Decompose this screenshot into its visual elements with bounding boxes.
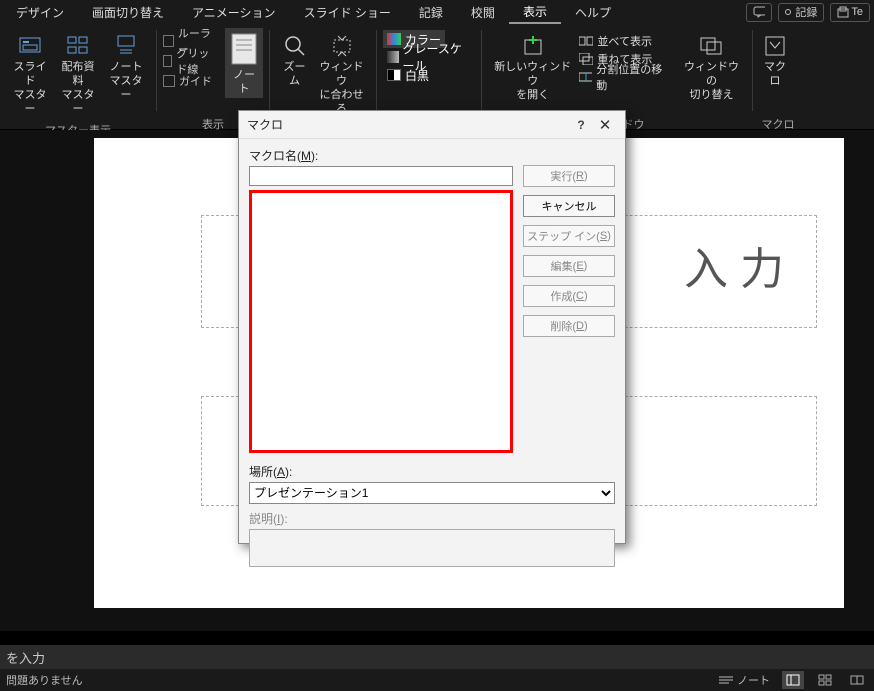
gridlines-checkbox[interactable]: グリッド線: [163, 52, 217, 70]
sorter-view-icon: [818, 674, 832, 686]
normal-view-icon: [786, 674, 800, 686]
place-select[interactable]: プレゼンテーション1: [249, 482, 615, 504]
color-swatch-icon: [387, 33, 401, 45]
bw-swatch-icon: [387, 69, 401, 81]
notes-placeholder: を入力: [6, 648, 45, 667]
gray-swatch-icon: [387, 51, 399, 63]
group-macro-label: マクロ: [753, 116, 803, 130]
zoom-icon: [283, 34, 307, 58]
notes-icon: [229, 32, 259, 66]
edit-button[interactable]: 編集(E): [523, 255, 615, 277]
macro-name-input[interactable]: [249, 166, 513, 186]
menu-bar: デザイン 画面切り替え アニメーション スライド ショー 記録 校閲 表示 ヘル…: [0, 0, 874, 24]
side-label: 並べて表示: [597, 33, 652, 49]
switch-window-label: ウィンドウの 切り替え: [681, 60, 742, 102]
macro-name-label: マクロ名(M):: [249, 147, 513, 164]
desc-textarea[interactable]: [249, 529, 615, 567]
menu-slideshow[interactable]: スライド ショー: [290, 0, 405, 24]
status-notes-label: ノート: [737, 672, 770, 688]
menu-transition[interactable]: 画面切り替え: [78, 0, 178, 24]
menu-animation[interactable]: アニメーション: [178, 0, 290, 24]
new-window-label: 新しいウィンドウ を開く: [492, 60, 573, 102]
comment-icon: [753, 6, 765, 18]
sorter-view-button[interactable]: [814, 671, 836, 689]
dialog-close-button[interactable]: ✕: [593, 116, 617, 134]
menu-design[interactable]: デザイン: [2, 0, 78, 24]
bw-label: 白黒: [405, 67, 429, 84]
macro-label: マク ロ: [764, 60, 786, 88]
menu-help[interactable]: ヘルプ: [561, 0, 625, 24]
reading-view-button[interactable]: [846, 671, 868, 689]
record-label: 記録: [795, 4, 817, 20]
note-master-icon: [114, 34, 138, 58]
desc-label: 説明(I):: [249, 510, 615, 527]
notes-label: ノー ト: [233, 68, 255, 96]
split-move-button[interactable]: 分割位置の移動: [577, 68, 669, 86]
notes-pane[interactable]: を入力: [0, 645, 874, 669]
macro-listbox[interactable]: [249, 190, 513, 453]
place-label: 場所(A):: [249, 463, 615, 480]
teams-button[interactable]: Te: [830, 3, 870, 22]
dialog-title: マクロ: [247, 116, 569, 133]
normal-view-button[interactable]: [782, 671, 804, 689]
run-button[interactable]: 実行(R): [523, 165, 615, 187]
teams-label: Te: [851, 6, 863, 18]
handout-master-label: 配布資料 マスター: [58, 60, 98, 116]
slide-master-label: スライド マスター: [10, 60, 50, 116]
create-button[interactable]: 作成(C): [523, 285, 615, 307]
handout-master-button[interactable]: 配布資料 マスター: [54, 28, 102, 118]
zoom-button[interactable]: ズーム: [276, 28, 313, 90]
cancel-button[interactable]: キャンセル: [523, 195, 615, 217]
title-hint: 入力: [684, 233, 796, 297]
split-label: 分割位置の移動: [596, 61, 667, 93]
fit-window-label: ウィンドウ に合わせる: [317, 60, 366, 116]
side-icon: [579, 35, 593, 47]
reading-view-icon: [850, 674, 864, 686]
record-button[interactable]: 記録: [778, 3, 824, 22]
guides-checkbox[interactable]: ガイド: [163, 72, 217, 90]
macro-icon: [763, 34, 787, 58]
step-in-button[interactable]: ステップ イン(S): [523, 225, 615, 247]
record-dot-icon: [785, 9, 791, 15]
arrange-side-button[interactable]: 並べて表示: [577, 32, 669, 50]
macro-dialog: マクロ ? ✕ マクロ名(M): 実行(R) キャンセル ステップ イン(S) …: [238, 110, 626, 544]
fit-window-icon: [330, 34, 354, 58]
note-master-label: ノート マスター: [106, 60, 146, 102]
macro-button[interactable]: マク ロ: [759, 28, 791, 90]
handout-master-icon: [66, 34, 90, 58]
split-icon: [579, 71, 592, 83]
dialog-titlebar[interactable]: マクロ ? ✕: [239, 111, 625, 139]
grayscale-button[interactable]: グレースケール: [383, 48, 475, 66]
status-text: 問題ありません: [6, 672, 717, 688]
dialog-help-button[interactable]: ?: [569, 118, 593, 132]
menu-view[interactable]: 表示: [509, 0, 561, 24]
new-window-icon: [521, 34, 545, 58]
delete-button[interactable]: 削除(D): [523, 315, 615, 337]
note-master-button[interactable]: ノート マスター: [102, 28, 150, 104]
blackwhite-button[interactable]: 白黒: [383, 66, 433, 84]
notes-small-icon: [719, 674, 733, 686]
guide-label: ガイド: [179, 73, 212, 89]
stack-icon: [579, 53, 593, 65]
menu-record[interactable]: 記録: [405, 0, 457, 24]
new-window-button[interactable]: 新しいウィンドウ を開く: [488, 28, 577, 104]
switch-window-icon: [699, 34, 723, 58]
status-bar: 問題ありません ノート: [0, 669, 874, 691]
slide-master-button[interactable]: スライド マスター: [6, 28, 54, 118]
fit-window-button[interactable]: ウィンドウ に合わせる: [313, 28, 370, 118]
zoom-label: ズーム: [280, 60, 309, 88]
slide-master-icon: [18, 34, 42, 58]
status-notes-button[interactable]: ノート: [717, 671, 772, 689]
comments-button[interactable]: [746, 3, 772, 22]
notes-button[interactable]: ノー ト: [225, 28, 263, 98]
menu-review[interactable]: 校閲: [457, 0, 509, 24]
teams-icon: [837, 6, 849, 18]
switch-window-button[interactable]: ウィンドウの 切り替え: [677, 28, 746, 104]
